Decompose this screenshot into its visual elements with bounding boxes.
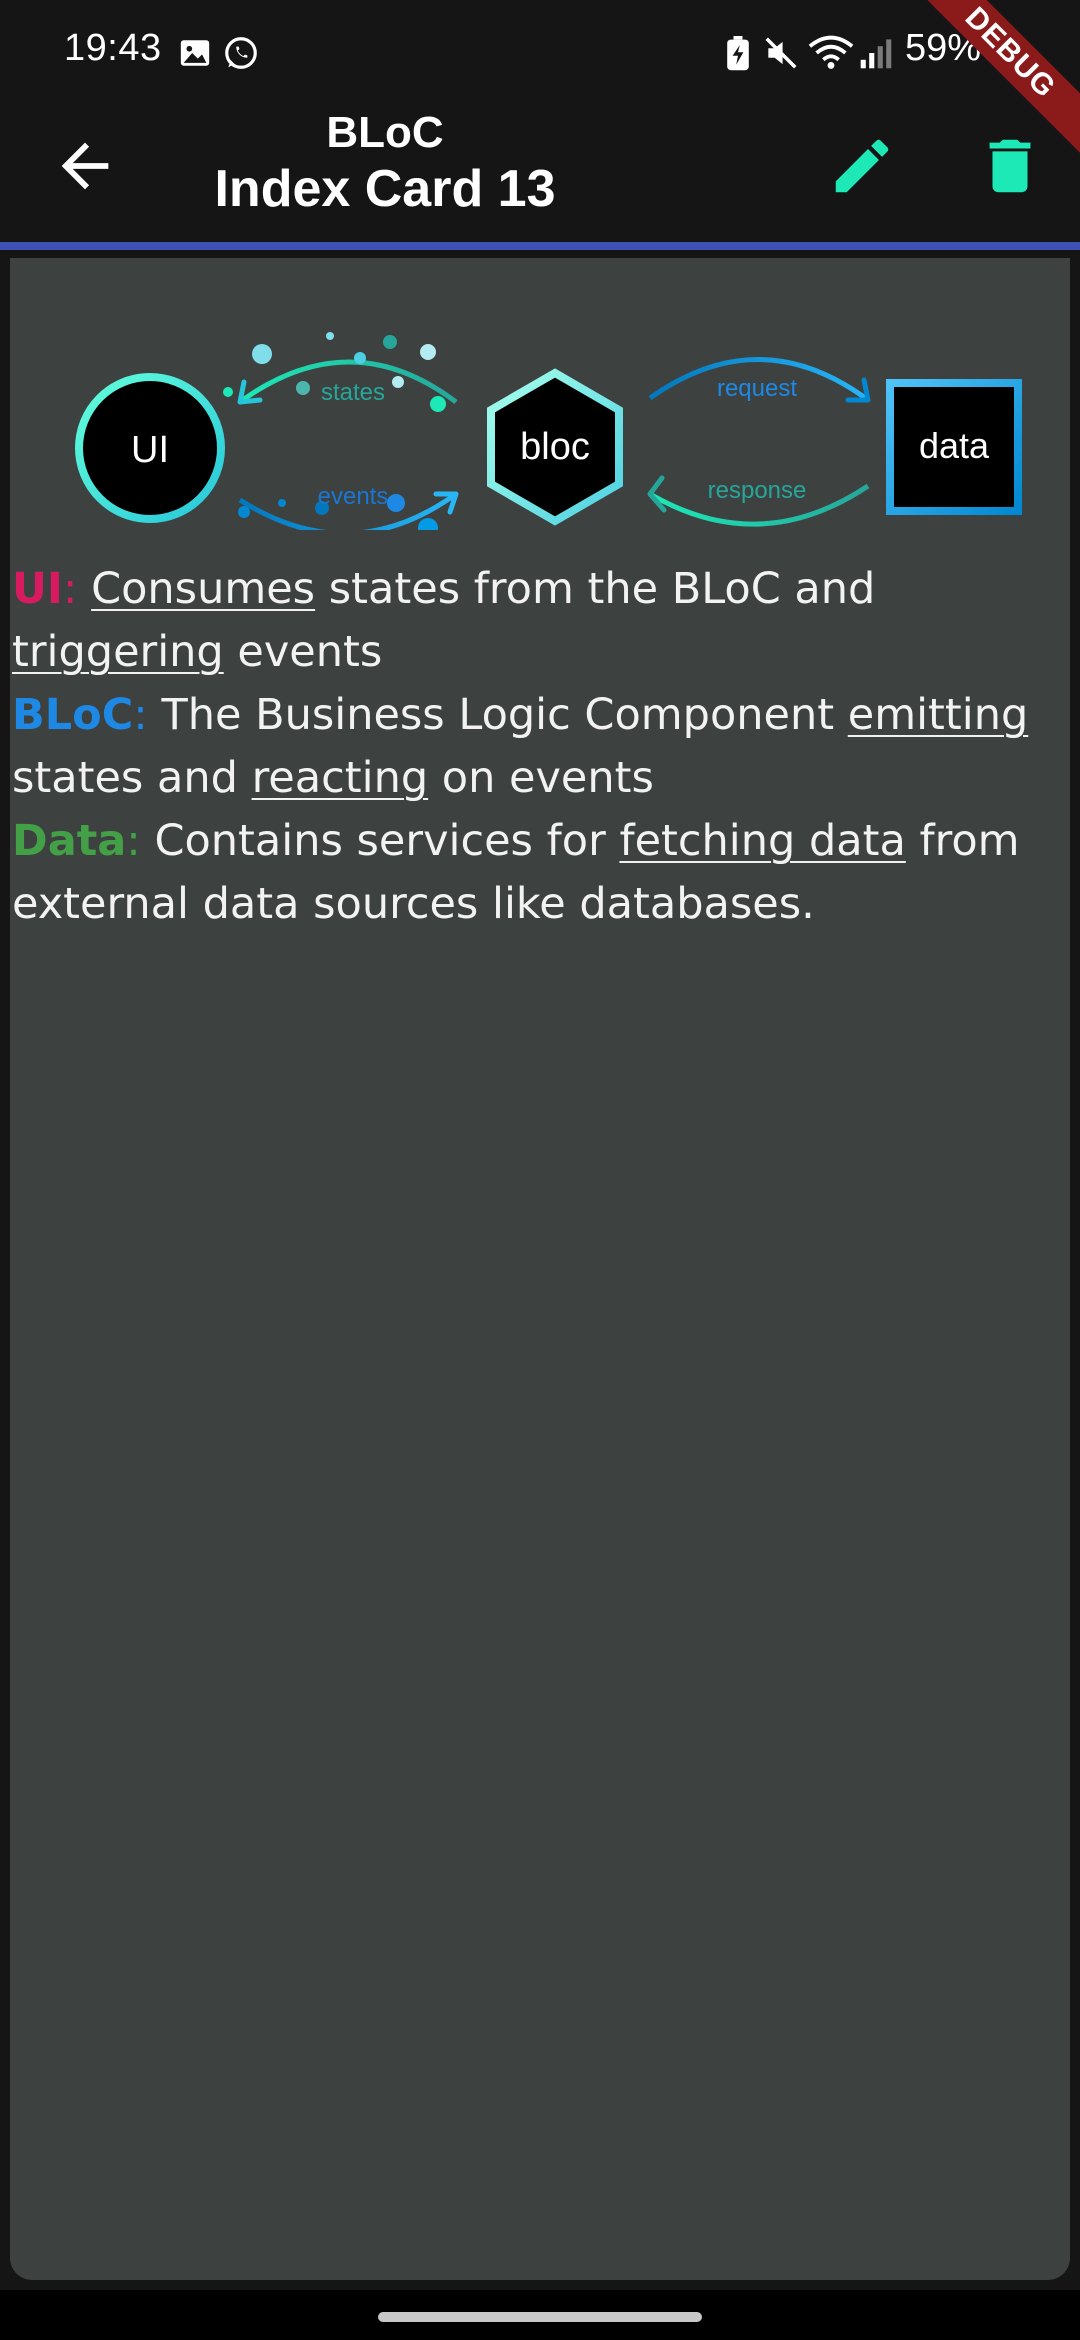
response-label: response	[708, 477, 807, 504]
mute-icon	[765, 37, 797, 69]
ui-description: UI: Consumes states from the BLoC and tr…	[12, 558, 1062, 684]
app-bar-divider	[0, 242, 1080, 250]
data-node-label: data	[919, 425, 990, 466]
keyword-emitting: emitting	[847, 690, 1029, 740]
bloc-text-0: The Business Logic Component	[147, 690, 848, 740]
keyword-reacting: reacting	[251, 753, 429, 803]
pencil-icon	[835, 139, 889, 193]
wifi-icon	[808, 35, 854, 69]
events-arrow: events	[238, 483, 459, 530]
bloc-architecture-diagram: UI states events bloc request response d…	[75, 332, 1022, 530]
card-body-text: UI: Consumes states from the BLoC and tr…	[12, 558, 1062, 936]
ui-text-1: states from the BLoC and	[315, 564, 876, 614]
data-node: data	[886, 379, 1022, 515]
image-icon	[180, 40, 210, 66]
states-arrow: states	[223, 332, 458, 412]
bloc-text-2: on events	[428, 753, 654, 803]
ui-node-label: UI	[131, 429, 169, 471]
app-bar: BLoC Index Card 13	[0, 105, 1080, 242]
trash-icon	[989, 139, 1031, 193]
data-text-0: Contains services for	[140, 816, 620, 866]
status-bar: 19:43 59%	[0, 0, 1080, 105]
ui-node: UI	[75, 373, 225, 523]
bloc-term: BLoC	[12, 690, 134, 740]
request-arrow: request	[648, 357, 871, 403]
data-description: Data: Contains services for fetching dat…	[12, 810, 1062, 936]
states-label: states	[321, 379, 385, 406]
screen: 19:43 59% DEBUG BLoC Index Card 13 UI st…	[0, 0, 1080, 2340]
data-term: Data	[12, 816, 127, 866]
request-label: request	[717, 375, 797, 402]
bloc-node-label: bloc	[520, 426, 590, 468]
ui-text-2: events	[223, 627, 383, 677]
status-time: 19:43	[64, 27, 162, 69]
signal-icon	[860, 39, 892, 69]
bloc-node: bloc	[487, 368, 623, 526]
bloc-description: BLoC: The Business Logic Component emitt…	[12, 684, 1062, 810]
delete-button[interactable]	[975, 131, 1045, 201]
ui-term: UI	[12, 564, 63, 614]
keyword-consumes: Consumes	[91, 564, 316, 614]
index-card: UI states events bloc request response d…	[10, 258, 1070, 2280]
edit-button[interactable]	[827, 131, 897, 201]
response-arrow: response	[647, 475, 870, 527]
whatsapp-icon	[225, 37, 257, 69]
bloc-text-1: states and	[12, 753, 252, 803]
keyword-fetching-data: fetching data	[619, 816, 906, 866]
title-line-1: BLoC	[326, 108, 444, 157]
data-colon: :	[126, 816, 141, 866]
title-line-2: Index Card 13	[214, 160, 556, 218]
events-label: events	[318, 483, 389, 510]
arrow-back-icon	[61, 142, 109, 190]
keyword-triggering: triggering	[12, 627, 224, 677]
back-button[interactable]	[50, 131, 120, 201]
app-title: BLoC Index Card 13	[140, 105, 630, 242]
bloc-colon: :	[133, 690, 148, 740]
ui-colon: :	[62, 564, 78, 614]
battery-saver-icon	[727, 36, 749, 71]
home-indicator[interactable]	[378, 2312, 702, 2322]
